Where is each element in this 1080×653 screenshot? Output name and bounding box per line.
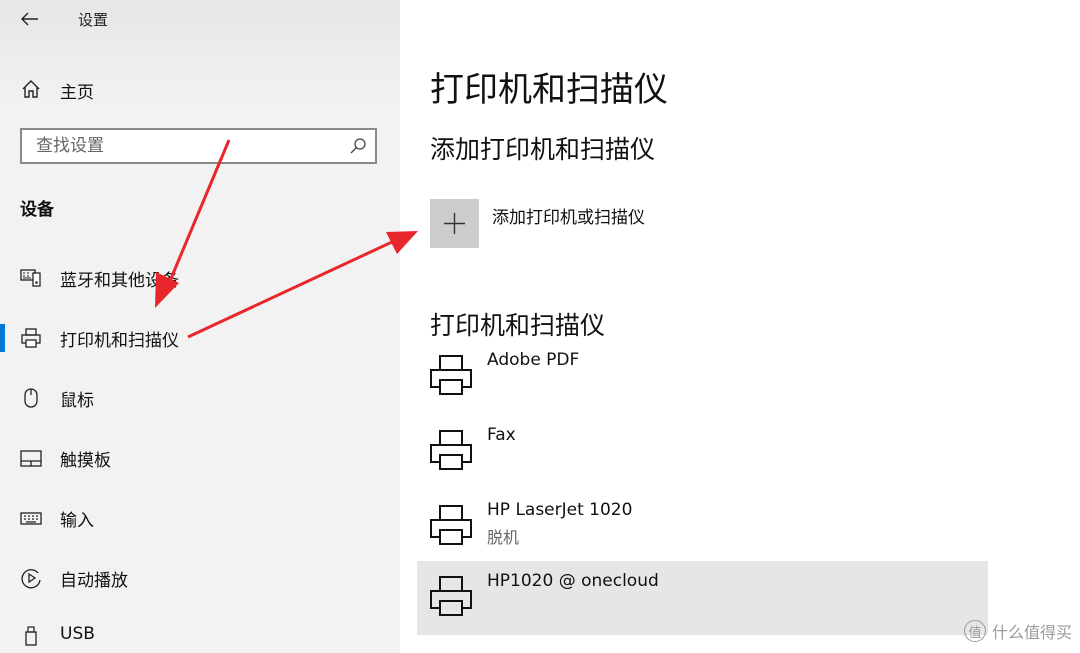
printer-item-hp1020-onecloud[interactable]: HP1020 @ onecloud bbox=[417, 561, 988, 635]
mouse-icon bbox=[24, 388, 38, 408]
sidebar-item-mouse[interactable]: 鼠标 bbox=[0, 374, 400, 422]
watermark-text: 什么值得买 bbox=[991, 623, 1072, 642]
sidebar-item-usb[interactable]: USB bbox=[0, 612, 400, 653]
autoplay-icon bbox=[21, 569, 41, 589]
printer-icon bbox=[430, 505, 472, 545]
add-printer-button[interactable] bbox=[430, 199, 479, 248]
sidebar-item-label: 蓝牙和其他设备 bbox=[60, 271, 179, 291]
printers-list-heading: 打印机和扫描仪 bbox=[430, 311, 606, 340]
plus-icon bbox=[444, 213, 465, 234]
add-printer-label[interactable]: 添加打印机或扫描仪 bbox=[492, 203, 645, 228]
section-heading-devices: 设备 bbox=[20, 200, 54, 220]
sidebar: 设置 主页 设备 蓝牙和其他设备 bbox=[0, 0, 400, 653]
sidebar-item-printers[interactable]: 打印机和扫描仪 bbox=[0, 314, 400, 362]
keyboard-icon bbox=[20, 512, 42, 525]
sidebar-item-label: 输入 bbox=[60, 511, 94, 531]
sidebar-item-autoplay[interactable]: 自动播放 bbox=[0, 554, 400, 602]
back-button[interactable] bbox=[14, 6, 46, 32]
add-section-heading: 添加打印机和扫描仪 bbox=[430, 135, 656, 164]
printer-name: HP1020 @ onecloud bbox=[487, 571, 659, 591]
printer-name: Adobe PDF bbox=[487, 350, 580, 370]
sidebar-item-typing[interactable]: 输入 bbox=[0, 494, 400, 542]
printer-item-fax[interactable]: Fax bbox=[417, 415, 988, 489]
title-bar: 设置 bbox=[0, 0, 400, 38]
sidebar-item-label: 触摸板 bbox=[60, 451, 111, 471]
printer-name: Fax bbox=[487, 425, 516, 445]
sidebar-item-label: 打印机和扫描仪 bbox=[60, 331, 179, 351]
sidebar-item-label: 主页 bbox=[60, 83, 94, 103]
printer-item-hp-laserjet-1020[interactable]: HP LaserJet 1020 脱机 bbox=[417, 490, 988, 564]
printer-icon bbox=[430, 430, 472, 470]
printer-status: 脱机 bbox=[487, 528, 520, 547]
sidebar-item-touchpad[interactable]: 触摸板 bbox=[0, 434, 400, 482]
printer-item-adobe-pdf[interactable]: Adobe PDF bbox=[417, 340, 988, 414]
printer-icon bbox=[21, 328, 41, 348]
back-arrow-icon bbox=[21, 12, 38, 26]
printer-icon bbox=[430, 576, 472, 616]
search-icon[interactable] bbox=[349, 137, 367, 155]
watermark-badge: 值 bbox=[963, 620, 986, 642]
printer-name: HP LaserJet 1020 bbox=[487, 500, 633, 520]
touchpad-icon bbox=[20, 450, 42, 467]
window-title: 设置 bbox=[78, 11, 109, 29]
settings-window: 设置 主页 设备 蓝牙和其他设备 bbox=[0, 0, 1080, 653]
sidebar-item-label: 自动播放 bbox=[60, 571, 128, 591]
bluetooth-devices-icon bbox=[20, 269, 41, 287]
sidebar-item-label: USB bbox=[60, 624, 95, 644]
home-icon bbox=[22, 80, 40, 98]
main-content: 打印机和扫描仪 添加打印机和扫描仪 添加打印机或扫描仪 打印机和扫描仪 Adob… bbox=[400, 0, 1080, 653]
sidebar-item-bluetooth[interactable]: 蓝牙和其他设备 bbox=[0, 254, 400, 302]
watermark: 值 什么值得买 bbox=[963, 619, 1072, 643]
printer-icon bbox=[430, 355, 472, 395]
search-box[interactable] bbox=[20, 128, 377, 164]
sidebar-item-home[interactable]: 主页 bbox=[0, 70, 400, 108]
active-indicator bbox=[0, 324, 5, 352]
search-input[interactable] bbox=[22, 130, 346, 162]
usb-icon bbox=[25, 626, 37, 646]
sidebar-item-label: 鼠标 bbox=[60, 391, 94, 411]
page-title: 打印机和扫描仪 bbox=[430, 70, 668, 110]
